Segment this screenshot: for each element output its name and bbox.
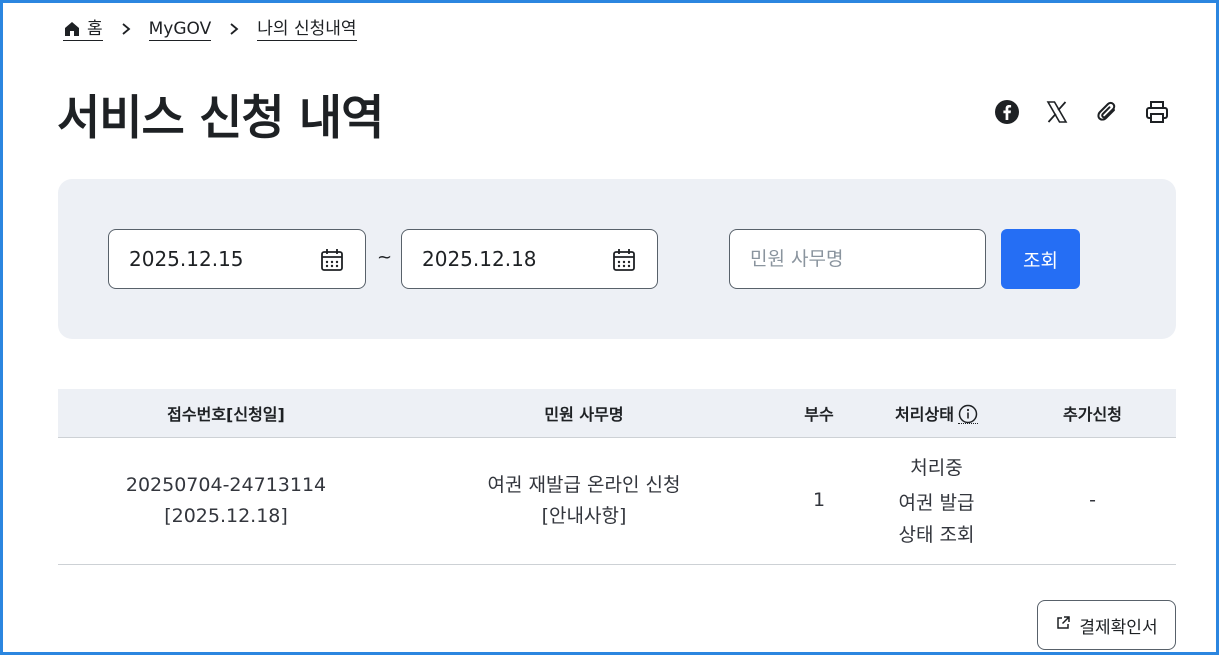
application-history-table: 접수번호[신청일] 민원 사무명 부수 처리상태 추가신청 20250704-2… — [58, 389, 1176, 565]
cell-service: 여권 재발급 온라인 신청 [안내사항] — [394, 437, 774, 565]
cell-receipt: 20250704-24713114 [2025.12.18] — [58, 437, 394, 565]
end-date-value: 2025.12.18 — [422, 247, 537, 271]
breadcrumb-home[interactable]: 홈 — [63, 18, 103, 41]
payment-receipt-button[interactable]: 결제확인서 — [1037, 600, 1176, 650]
table-header-row: 접수번호[신청일] 민원 사무명 부수 처리상태 추가신청 — [58, 389, 1176, 438]
date-range-separator: ~ — [377, 247, 393, 268]
col-header-status: 처리상태 — [864, 389, 1009, 438]
calendar-icon[interactable] — [319, 247, 345, 273]
page-title: 서비스 신청 내역 — [57, 91, 384, 146]
col-header-extra: 추가신청 — [1009, 389, 1176, 438]
breadcrumb-mygov[interactable]: MyGOV — [148, 18, 212, 41]
cell-extra: - — [1009, 437, 1176, 565]
chevron-right-icon — [119, 22, 133, 36]
home-icon — [63, 20, 81, 38]
status-text: 처리중 — [910, 456, 963, 479]
cell-copies: 1 — [774, 437, 864, 565]
share-toolbar — [994, 97, 1170, 127]
info-icon[interactable] — [957, 404, 978, 424]
search-button[interactable]: 조회 — [1001, 229, 1080, 289]
start-date-value: 2025.12.15 — [129, 247, 244, 271]
end-date-field[interactable]: 2025.12.18 — [401, 229, 658, 289]
external-link-icon — [1055, 615, 1071, 636]
chevron-right-icon — [227, 22, 241, 36]
table-row: 20250704-24713114 [2025.12.18] 여권 재발급 온라… — [58, 437, 1176, 565]
print-icon[interactable] — [1144, 97, 1170, 127]
col-header-receipt: 접수번호[신청일] — [58, 389, 394, 438]
breadcrumb-current[interactable]: 나의 신청내역 — [257, 18, 357, 41]
breadcrumb-home-label: 홈 — [87, 18, 103, 39]
app-frame: 홈 MyGOV 나의 신청내역 서비스 신청 내역 2025.12.15 ~ 2… — [0, 0, 1219, 655]
paperclip-icon[interactable] — [1094, 97, 1120, 127]
col-header-service: 민원 사무명 — [394, 389, 774, 438]
passport-status-link-line1[interactable]: 여권 발급 — [864, 487, 1009, 519]
service-notice-link[interactable]: [안내사항] — [394, 501, 774, 532]
start-date-field[interactable]: 2025.12.15 — [108, 229, 366, 289]
cell-status: 처리중 여권 발급 상태 조회 — [864, 437, 1009, 565]
facebook-icon[interactable] — [994, 97, 1020, 127]
service-name: 여권 재발급 온라인 신청 — [487, 473, 681, 496]
passport-status-link-line2[interactable]: 상태 조회 — [864, 519, 1009, 551]
payment-receipt-label: 결제확인서 — [1079, 617, 1158, 638]
search-filter-panel: 2025.12.15 ~ 2025.12.18 조회 — [58, 179, 1176, 339]
x-icon[interactable] — [1044, 97, 1070, 127]
apply-date: [2025.12.18] — [164, 504, 288, 527]
calendar-icon[interactable] — [611, 247, 637, 273]
service-name-search-input[interactable] — [729, 229, 986, 289]
col-header-copies: 부수 — [774, 389, 864, 438]
breadcrumb: 홈 MyGOV 나의 신청내역 — [63, 15, 357, 43]
col-header-status-label: 처리상태 — [895, 404, 954, 424]
receipt-number: 20250704-24713114 — [125, 473, 327, 496]
